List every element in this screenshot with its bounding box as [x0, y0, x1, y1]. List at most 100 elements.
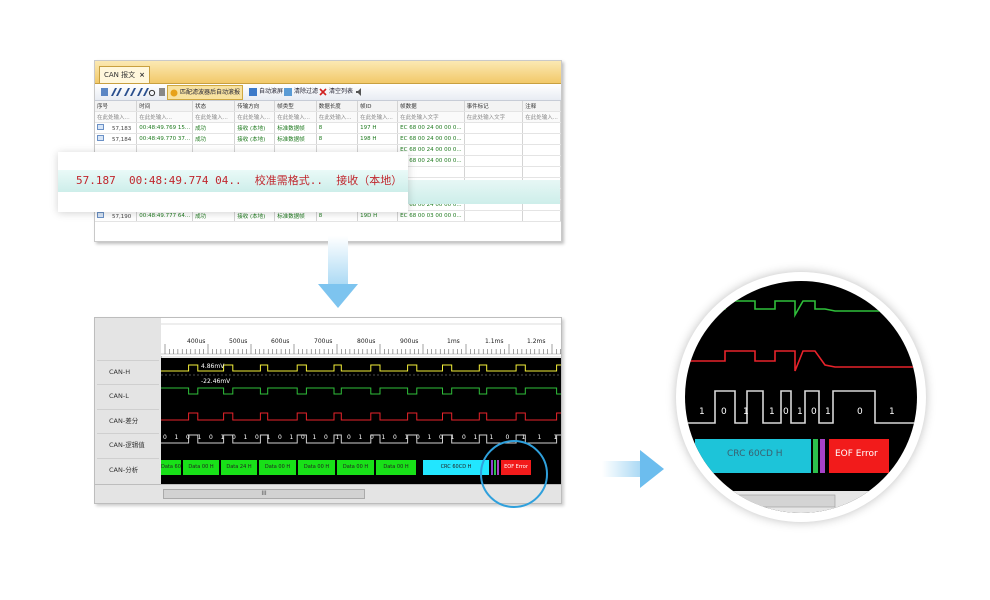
- logic-bit: 1: [174, 434, 179, 441]
- row-index: 57,190: [112, 214, 132, 220]
- list-icon: [159, 88, 165, 96]
- column-header[interactable]: 序号: [95, 101, 138, 112]
- clear-filter-icon: [284, 87, 292, 96]
- ruler-label: 1.1ms: [485, 338, 504, 345]
- channel-name: CAN-差分: [109, 417, 139, 425]
- filter-input[interactable]: 在此处输入...: [234, 111, 276, 123]
- filter-input[interactable]: 在此处输入...: [522, 111, 561, 123]
- column-header[interactable]: 数据长度: [316, 101, 359, 112]
- measure-label-top: 4.86mV: [201, 363, 225, 370]
- zoom-eof-label: EOF Error: [835, 449, 878, 459]
- message-icon: [97, 124, 104, 130]
- filter-input[interactable]: 在此处输入...: [192, 111, 236, 123]
- time-ruler[interactable]: 400us 500us 600us 700us 800us 900us 1ms …: [161, 318, 561, 356]
- ruler-ticks: [161, 323, 561, 355]
- data-decode-block[interactable]: Data 00 H: [337, 460, 374, 475]
- table-cell: EC 68 00 24 00 00 0...: [397, 133, 465, 145]
- scrollbar-thumb[interactable]: III: [163, 489, 365, 499]
- column-header[interactable]: 帧类型: [274, 101, 317, 112]
- filter-input[interactable]: 在此处输入...: [357, 111, 399, 123]
- data-decode-block[interactable]: Data 60 H: [161, 460, 181, 475]
- highlighted-row-popup: 57.187 00:48:49.774 04.. 校准需格式.. 接收（本地）: [58, 152, 408, 212]
- table-cell: 标准数据帧: [274, 210, 317, 222]
- column-header[interactable]: 注释: [522, 101, 561, 112]
- column-header[interactable]: 事件标记: [464, 101, 524, 112]
- logic-bit: 1: [358, 434, 363, 441]
- clear-filter-button[interactable]: 清除过滤: [282, 84, 320, 100]
- data-decode-block[interactable]: Data 24 H: [221, 460, 257, 475]
- logic-bit: 1: [312, 434, 317, 441]
- column-header[interactable]: 时间: [136, 101, 194, 112]
- channel-label-can-logic[interactable]: CAN-逻辑值: [97, 433, 159, 456]
- channel-label-can-l[interactable]: CAN-L: [97, 384, 159, 407]
- error-highlight-circle: [480, 440, 548, 508]
- logic-bit: 1: [404, 434, 409, 441]
- column-header[interactable]: 状态: [192, 101, 236, 112]
- zoom-crc-label: CRC 60CD H: [727, 449, 783, 459]
- zoom-magnifier: 1 0 1 1 0 1 0 1 0 1 CRC 60CD H EOF Error: [676, 272, 926, 522]
- table-cell: 57,184: [95, 133, 138, 145]
- tab-close-icon[interactable]: ×: [139, 71, 145, 79]
- table-row[interactable]: 57,190 00:48:49.777 64... 成功 接收 (本地) 标准数据帧 8 1…: [95, 210, 561, 222]
- right-arrow-icon: [602, 461, 642, 477]
- table-row[interactable]: 57,183 00:48:49.769 15... 成功 接收 (本地) 标准数据帧 8 1…: [95, 122, 561, 134]
- filter-input[interactable]: 在此处输入...: [274, 111, 317, 123]
- channel-label-can-h[interactable]: CAN-H: [97, 360, 159, 383]
- table-cell: [522, 122, 561, 134]
- down-arrow-head-icon: [318, 284, 358, 308]
- logic-bit: 1: [553, 434, 558, 441]
- clear-list-button[interactable]: 清空列表: [317, 84, 355, 100]
- zoom-logic-bit: 1: [769, 407, 775, 417]
- auto-scroll-button[interactable]: 自动滚屏: [247, 84, 285, 100]
- logic-bit: 0: [393, 434, 397, 441]
- data-decode-block[interactable]: Data 00 H: [298, 460, 335, 475]
- data-decode-block[interactable]: Data 00 H: [259, 460, 296, 475]
- zoom-logic-bit: 1: [699, 407, 705, 417]
- message-icon: [97, 212, 104, 218]
- zoom-logic-bit: 0: [811, 407, 817, 417]
- highlight-strip: [408, 180, 560, 204]
- logic-bit: 1: [243, 434, 248, 441]
- table-cell: EC 68 00 03 00 00 0...: [397, 210, 465, 222]
- tab-bar: CAN 报文 ×: [95, 61, 561, 84]
- auto-scroll-filter-button[interactable]: 匹配滤波器后自动滚报: [167, 85, 244, 100]
- column-header[interactable]: 传输方向: [234, 101, 276, 112]
- data-decode-block[interactable]: Data 00 H: [376, 460, 416, 475]
- logic-bit: 0: [255, 434, 259, 441]
- logic-bit: 1: [220, 434, 225, 441]
- channel-label-can-diff[interactable]: CAN-差分: [97, 409, 159, 432]
- logic-bit: 0: [209, 434, 213, 441]
- table-cell: [464, 166, 524, 178]
- logic-bit: 0: [439, 434, 443, 441]
- logic-bit: 0: [301, 434, 305, 441]
- logic-bit: 0: [163, 434, 167, 441]
- highlighted-row-text: 57.187 00:48:49.774 04.. 校准需格式.. 接收（本地）: [76, 174, 403, 187]
- filter-input[interactable]: 在此处输入文字: [464, 111, 524, 123]
- channel-label-can-analysis[interactable]: CAN-分析: [97, 458, 159, 481]
- table-header-row: 序号 时间 状态 传输方向 帧类型 数据长度 帧ID 帧数据 事件标记 注释: [95, 101, 561, 112]
- table-cell: 19D H: [357, 210, 399, 222]
- right-arrow-head-icon: [640, 450, 664, 488]
- tool-icons-group[interactable]: [98, 84, 158, 100]
- filter-input[interactable]: 在此处输入文字: [397, 111, 465, 123]
- speaker-button[interactable]: [353, 84, 365, 100]
- logic-bit: 0: [416, 434, 420, 441]
- filter-input[interactable]: 在此处输入...: [136, 111, 194, 123]
- data-decode-block[interactable]: Data 00 H: [183, 460, 219, 475]
- filter-input[interactable]: 在此处输入...: [95, 111, 138, 123]
- logic-bit: 1: [427, 434, 432, 441]
- highlighted-row[interactable]: 57.187 00:48:49.774 04.. 校准需格式.. 接收（本地）: [58, 170, 408, 192]
- logic-bit: 1: [335, 434, 340, 441]
- filter-input[interactable]: 在此处输入...: [316, 111, 359, 123]
- table-row[interactable]: 57,184 00:48:49.770 37... 成功 接收 (本地) 标准数据帧 8 1…: [95, 133, 561, 145]
- table-cell: 57,190: [95, 210, 138, 222]
- table-cell: 00:48:49.777 64...: [136, 210, 194, 222]
- column-header[interactable]: 帧ID: [357, 101, 399, 112]
- tab-can-messages[interactable]: CAN 报文 ×: [99, 66, 151, 83]
- table-cell: 接收 (本地): [234, 133, 276, 145]
- column-header[interactable]: 帧数据: [397, 101, 465, 112]
- zoom-logic-bit: 1: [889, 407, 895, 417]
- zoom-logic-bit: 0: [783, 407, 789, 417]
- table-cell: 成功: [192, 133, 236, 145]
- table-cell: 接收 (本地): [234, 210, 276, 222]
